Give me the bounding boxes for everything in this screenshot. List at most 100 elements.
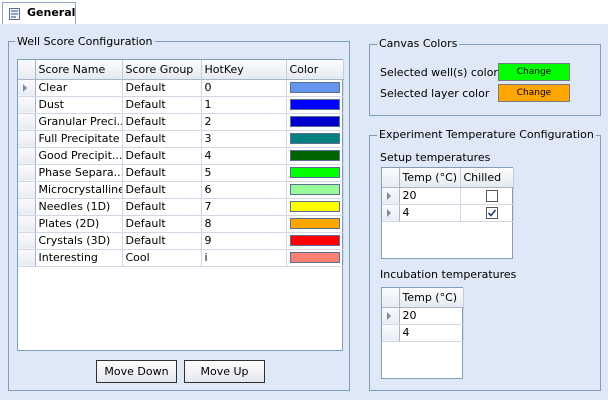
tab-general[interactable]: General — [2, 2, 76, 24]
row-arrow-icon — [387, 209, 391, 217]
cell-temp[interactable]: 4 — [399, 204, 461, 222]
table-row[interactable]: Microcrystalline Default 6 — [18, 181, 344, 199]
selected-wells-color-change-button[interactable]: Change — [498, 63, 570, 81]
cell-score-name[interactable]: Full Precipitate — [35, 130, 123, 148]
cell-score-group[interactable]: Default — [122, 96, 202, 114]
cell-hotkey[interactable]: 7 — [201, 198, 287, 216]
table-row[interactable]: Granular Preci... Default 2 — [18, 113, 344, 131]
cell-score-group[interactable]: Default — [122, 215, 202, 233]
cell-score-name[interactable]: Good Precipit... — [35, 147, 123, 165]
cell-score-group[interactable]: Default — [122, 147, 202, 165]
column-header-score-group[interactable]: Score Group — [122, 60, 202, 80]
cell-chilled[interactable] — [460, 204, 514, 222]
cell-color[interactable] — [286, 249, 344, 267]
cell-score-group[interactable]: Default — [122, 232, 202, 250]
table-row[interactable]: Interesting Cool i — [18, 249, 344, 267]
row-header[interactable] — [382, 324, 400, 342]
cell-hotkey[interactable]: 6 — [201, 181, 287, 199]
cell-hotkey[interactable]: 3 — [201, 130, 287, 148]
cell-color[interactable] — [286, 215, 344, 233]
table-row[interactable]: Good Precipit... Default 4 — [18, 147, 344, 165]
setup-temperatures-grid[interactable]: Temp (°C) Chilled 20 4 — [381, 167, 514, 259]
row-header[interactable] — [18, 232, 36, 250]
cell-hotkey[interactable]: i — [201, 249, 287, 267]
table-row[interactable]: 4 — [382, 324, 464, 342]
cell-color[interactable] — [286, 164, 344, 182]
cell-score-group[interactable]: Cool — [122, 249, 202, 267]
table-row[interactable]: 4 — [382, 204, 514, 222]
selected-layer-color-label: Selected layer color — [380, 87, 490, 100]
move-up-button[interactable]: Move Up — [184, 360, 265, 383]
row-header[interactable] — [382, 187, 400, 205]
column-header-temp[interactable]: Temp (°C) — [399, 168, 461, 188]
row-header[interactable] — [18, 96, 36, 114]
cell-hotkey[interactable]: 2 — [201, 113, 287, 131]
cell-score-group[interactable]: Default — [122, 181, 202, 199]
cell-color[interactable] — [286, 79, 344, 97]
cell-score-name[interactable]: Clear — [35, 79, 123, 97]
cell-color[interactable] — [286, 96, 344, 114]
cell-score-name[interactable]: Microcrystalline — [35, 181, 123, 199]
table-row[interactable]: Dust Default 1 — [18, 96, 344, 114]
selected-layer-color-change-button[interactable]: Change — [498, 84, 570, 102]
row-header[interactable] — [18, 79, 36, 97]
cell-color[interactable] — [286, 181, 344, 199]
cell-score-group[interactable]: Default — [122, 79, 202, 97]
cell-score-name[interactable]: Granular Preci... — [35, 113, 123, 131]
cell-color[interactable] — [286, 232, 344, 250]
cell-hotkey[interactable]: 1 — [201, 96, 287, 114]
row-header[interactable] — [18, 181, 36, 199]
well-score-grid[interactable]: Score Name Score Group HotKey Color Clea… — [17, 59, 344, 351]
column-header-color[interactable]: Color — [286, 60, 344, 80]
cell-score-name[interactable]: Needles (1D) — [35, 198, 123, 216]
cell-color[interactable] — [286, 147, 344, 165]
cell-color[interactable] — [286, 130, 344, 148]
cell-temp[interactable]: 20 — [399, 307, 464, 325]
table-row[interactable]: 20 — [382, 187, 514, 205]
cell-score-group[interactable]: Default — [122, 198, 202, 216]
table-row[interactable]: Phase Separa... Default 5 — [18, 164, 344, 182]
row-header[interactable] — [18, 130, 36, 148]
row-header[interactable] — [18, 249, 36, 267]
chilled-checkbox[interactable] — [485, 190, 498, 202]
table-row[interactable]: Crystals (3D) Default 9 — [18, 232, 344, 250]
column-header-temp[interactable]: Temp (°C) — [399, 288, 464, 308]
cell-score-name[interactable]: Plates (2D) — [35, 215, 123, 233]
incubation-temperatures-grid[interactable]: Temp (°C) 20 4 — [381, 287, 464, 379]
cell-color[interactable] — [286, 198, 344, 216]
row-header[interactable] — [18, 113, 36, 131]
table-row[interactable]: 20 — [382, 307, 464, 325]
cell-chilled[interactable] — [460, 187, 514, 205]
chilled-checkbox[interactable] — [485, 207, 498, 219]
cell-hotkey[interactable]: 8 — [201, 215, 287, 233]
cell-score-name[interactable]: Crystals (3D) — [35, 232, 123, 250]
cell-hotkey[interactable]: 5 — [201, 164, 287, 182]
row-header[interactable] — [18, 198, 36, 216]
cell-score-name[interactable]: Interesting — [35, 249, 123, 267]
row-header[interactable] — [18, 147, 36, 165]
table-row[interactable]: Plates (2D) Default 8 — [18, 215, 344, 233]
row-header[interactable] — [18, 164, 36, 182]
row-header[interactable] — [382, 204, 400, 222]
column-header-score-name[interactable]: Score Name — [35, 60, 123, 80]
move-down-button[interactable]: Move Down — [96, 360, 177, 383]
column-header-hotkey[interactable]: HotKey — [201, 60, 287, 80]
cell-temp[interactable]: 20 — [399, 187, 461, 205]
cell-score-group[interactable]: Default — [122, 113, 202, 131]
cell-temp[interactable]: 4 — [399, 324, 464, 342]
table-row[interactable]: Full Precipitate Default 3 — [18, 130, 344, 148]
row-header[interactable] — [382, 307, 400, 325]
table-row[interactable]: Clear Default 0 — [18, 79, 344, 97]
cell-hotkey[interactable]: 0 — [201, 79, 287, 97]
cell-hotkey[interactable]: 4 — [201, 147, 287, 165]
row-header[interactable] — [18, 215, 36, 233]
cell-score-name[interactable]: Dust — [35, 96, 123, 114]
incubation-temperatures-label: Incubation temperatures — [380, 268, 517, 281]
cell-hotkey[interactable]: 9 — [201, 232, 287, 250]
column-header-chilled[interactable]: Chilled — [460, 168, 514, 188]
cell-score-name[interactable]: Phase Separa... — [35, 164, 123, 182]
cell-color[interactable] — [286, 113, 344, 131]
cell-score-group[interactable]: Default — [122, 130, 202, 148]
cell-score-group[interactable]: Default — [122, 164, 202, 182]
table-row[interactable]: Needles (1D) Default 7 — [18, 198, 344, 216]
